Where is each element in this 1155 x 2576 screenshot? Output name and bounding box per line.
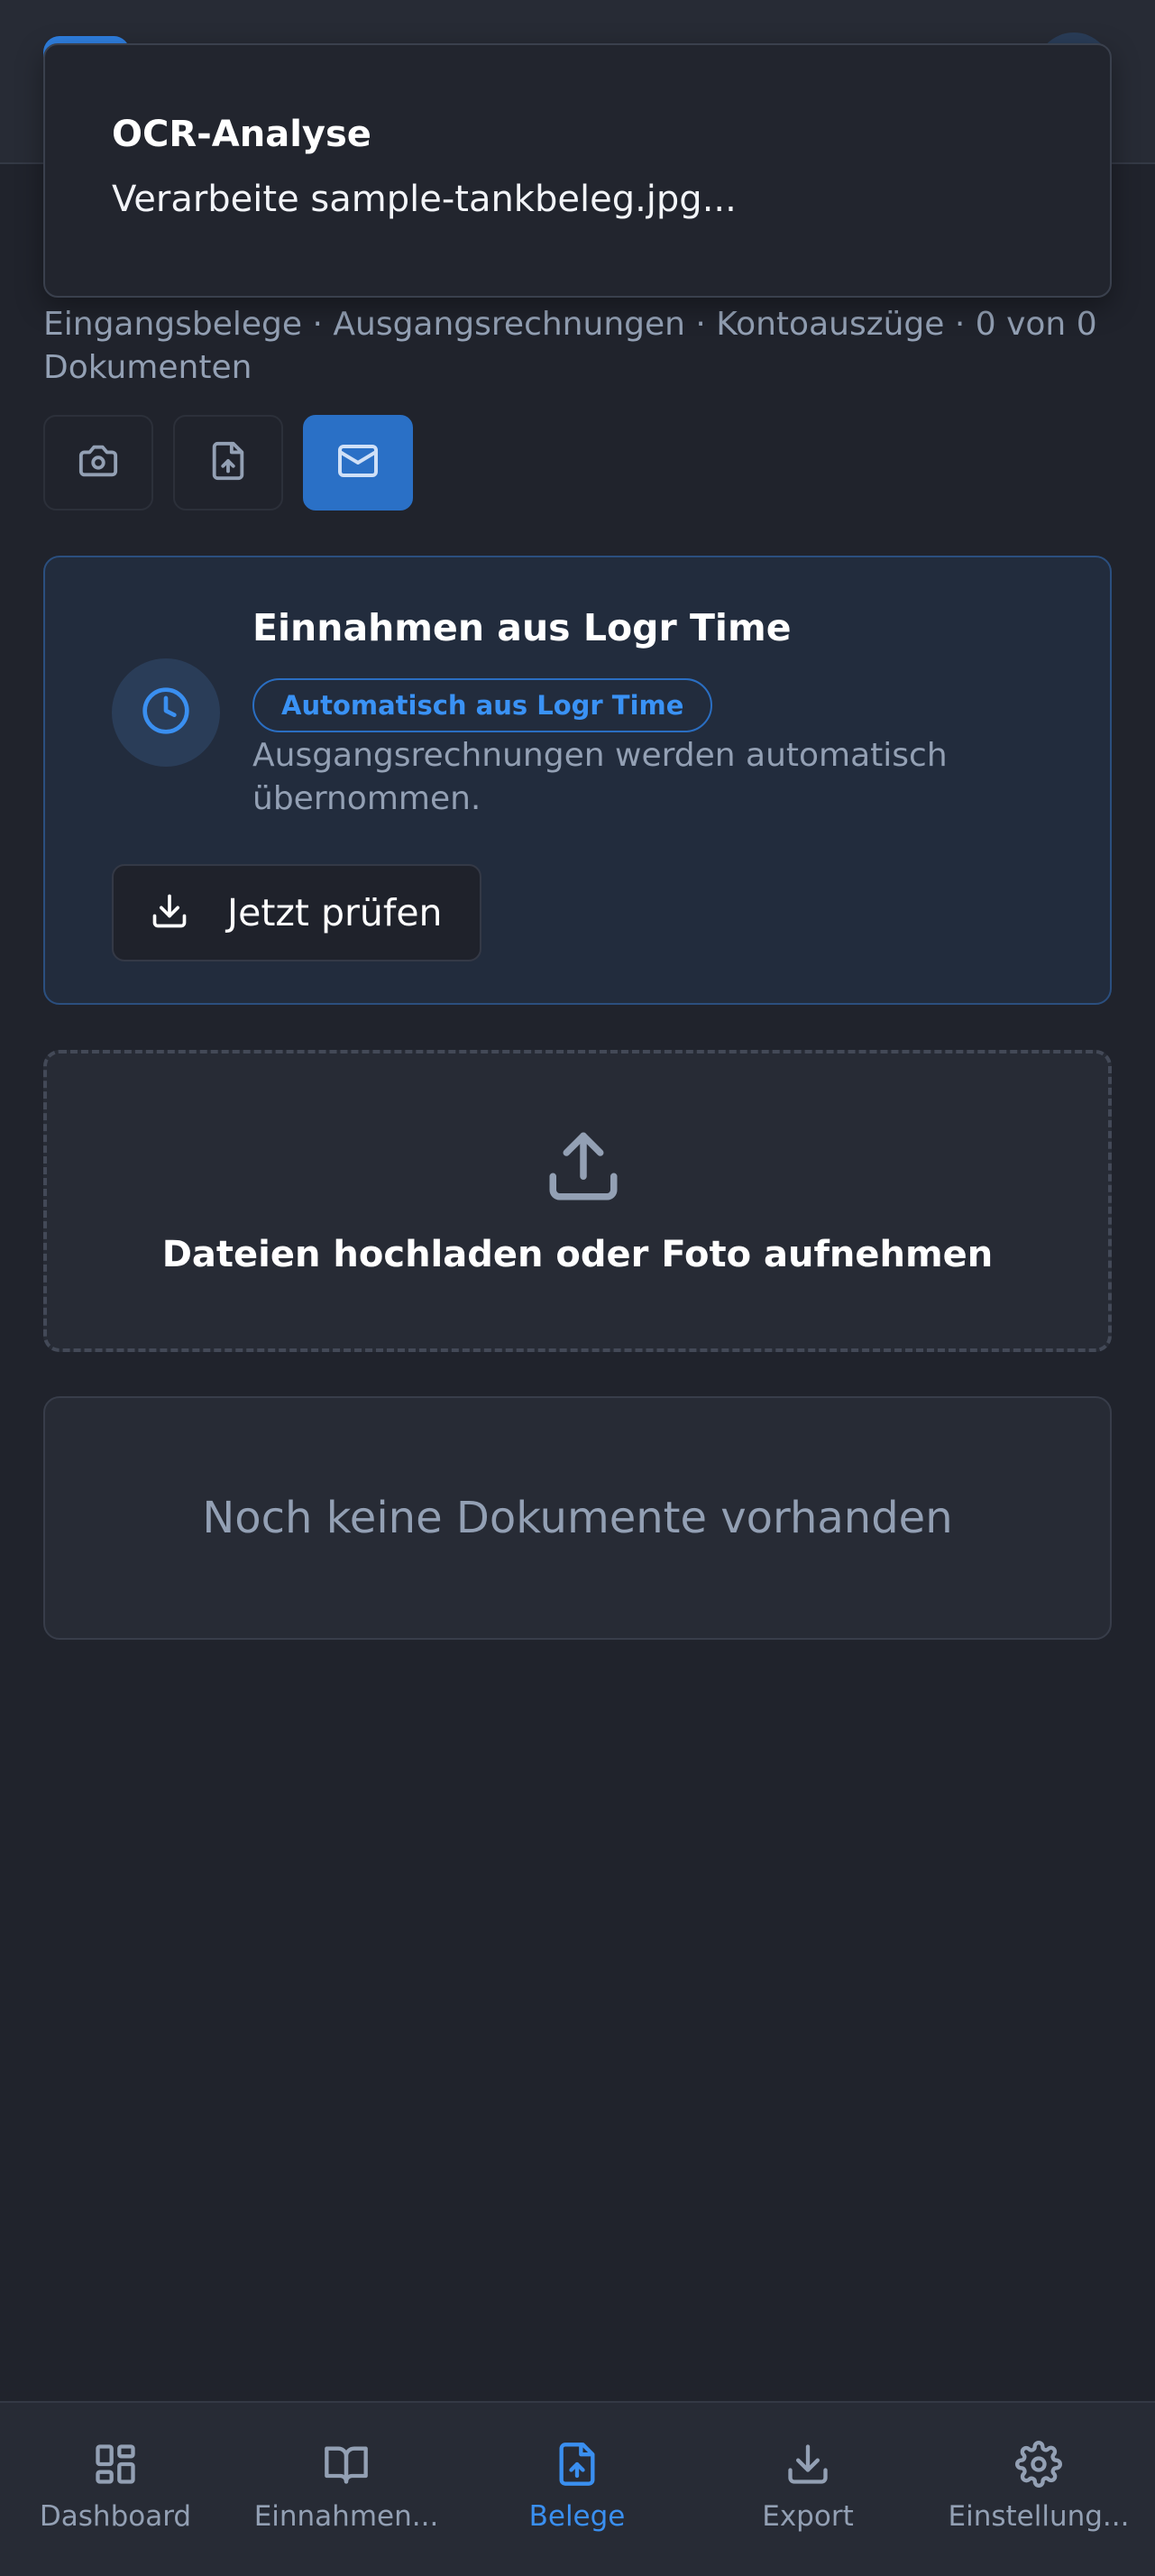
check-now-button[interactable]: Jetzt prüfen <box>112 864 481 961</box>
receipts-page: Eingangsbelege · Ausgangsrechnungen · Ko… <box>0 0 1155 2576</box>
status-badge: Automatisch aus Logr Time <box>252 678 713 732</box>
clock-icon <box>141 685 191 740</box>
camera-icon <box>78 440 119 485</box>
bottom-navigation: Dashboard Einnahmen... Belege Export Ein… <box>0 2401 1155 2576</box>
file-upload-icon <box>207 440 249 485</box>
ocr-toast: OCR-Analyse Verarbeite sample-tankbeleg.… <box>43 43 1112 298</box>
nav-label-receipts: Belege <box>528 2500 626 2533</box>
logr-card-title: Einnahmen aus Logr Time <box>252 606 792 649</box>
check-now-label: Jetzt prüfen <box>227 891 443 934</box>
camera-button[interactable] <box>43 415 153 511</box>
nav-label-settings: Einstellung... <box>948 2500 1130 2533</box>
mail-icon <box>336 439 380 486</box>
empty-state-text: Noch keine Dokumente vorhanden <box>202 1493 953 1543</box>
toast-description: Verarbeite sample-tankbeleg.jpg... <box>112 179 737 220</box>
file-upload-icon <box>554 2441 600 2488</box>
mail-import-button[interactable] <box>303 415 413 511</box>
logr-card-description: Ausgangsrechnungen werden automatisch üb… <box>252 737 948 817</box>
nav-label-income: Einnahmen... <box>253 2500 439 2533</box>
book-icon <box>323 2441 370 2488</box>
nav-item-receipts[interactable]: Belege <box>462 2403 692 2576</box>
nav-label-dashboard: Dashboard <box>39 2500 192 2533</box>
upload-dropzone[interactable]: Dateien hochladen oder Foto aufnehmen <box>43 1050 1112 1352</box>
dashboard-icon <box>92 2441 139 2488</box>
nav-item-dashboard[interactable]: Dashboard <box>0 2403 231 2576</box>
toast-title: OCR-Analyse <box>112 114 371 155</box>
nav-item-settings[interactable]: Einstellung... <box>923 2403 1154 2576</box>
file-upload-button[interactable] <box>173 415 283 511</box>
logr-icon-wrapper <box>112 658 220 767</box>
upload-icon <box>543 1126 624 1210</box>
nav-label-export: Export <box>762 2500 854 2533</box>
download-icon <box>784 2441 831 2488</box>
page-subtitle: Eingangsbelege · Ausgangsrechnungen · Ko… <box>43 306 1097 386</box>
logr-time-card: Einnahmen aus Logr Time Automatisch aus … <box>43 556 1112 1005</box>
dropzone-label: Dateien hochladen oder Foto aufnehmen <box>161 1234 994 1275</box>
nav-item-income[interactable]: Einnahmen... <box>231 2403 462 2576</box>
download-icon <box>150 891 189 934</box>
gear-icon <box>1015 2441 1062 2488</box>
nav-item-export[interactable]: Export <box>692 2403 923 2576</box>
empty-state: Noch keine Dokumente vorhanden <box>43 1396 1112 1640</box>
